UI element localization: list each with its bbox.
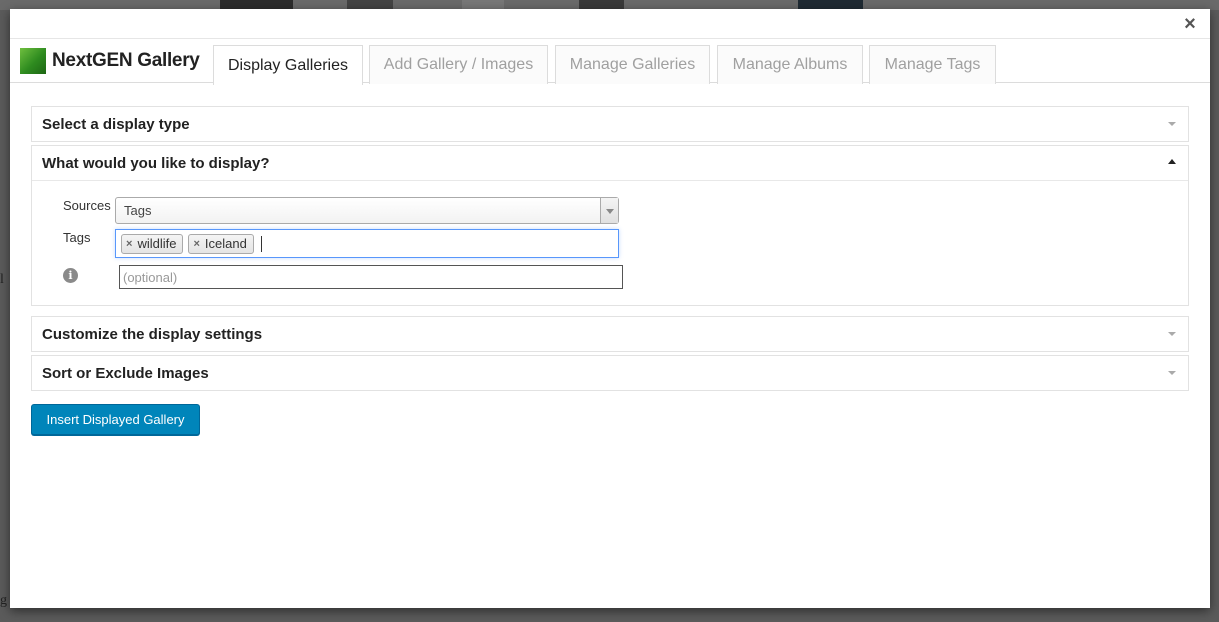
tag-chip-iceland: × Iceland: [188, 233, 254, 254]
modal-topbar: ×: [10, 9, 1210, 39]
panel-header[interactable]: What would you like to display?: [32, 146, 1188, 180]
panel-header[interactable]: Customize the display settings: [32, 317, 1188, 351]
tab-bar: NextGEN Gallery Display Galleries Add Ga…: [10, 45, 1210, 85]
tab-label: Manage Albums: [732, 56, 848, 73]
brand: NextGEN Gallery: [20, 47, 200, 75]
tab-label: Manage Tags: [884, 56, 981, 73]
panel-select-display-type: Select a display type: [31, 106, 1189, 142]
background-text-fragment: l: [0, 272, 4, 287]
info-icon[interactable]: i: [63, 268, 78, 283]
tab-add-gallery-images[interactable]: Add Gallery / Images: [369, 45, 548, 84]
nextgen-logo-icon: [20, 48, 46, 74]
tab-label: Manage Galleries: [569, 56, 696, 73]
tab-manage-albums[interactable]: Manage Albums: [717, 45, 863, 84]
remove-tag-icon[interactable]: ×: [193, 238, 199, 250]
optional-field[interactable]: [119, 265, 623, 289]
remove-tag-icon[interactable]: ×: [126, 238, 132, 250]
tab-label: Display Galleries: [227, 56, 349, 74]
insert-gallery-label: Insert Displayed Gallery: [46, 412, 185, 427]
panel-title: Sort or Exclude Images: [42, 364, 209, 382]
sources-selected-value: Tags: [124, 203, 152, 218]
chevron-up-icon: [1168, 159, 1176, 164]
panel-body: Sources Tags Tags × wildlife × Iceland i…: [32, 180, 1188, 305]
chevron-down-icon: [1168, 122, 1176, 126]
tab-label: Add Gallery / Images: [383, 56, 534, 73]
background-text-fragment: g: [0, 593, 7, 608]
tag-chip-label: wildlife: [137, 236, 177, 251]
insert-gallery-button[interactable]: Insert Displayed Gallery: [31, 404, 200, 435]
chevron-down-icon: [1168, 332, 1176, 336]
panel-sort-exclude: Sort or Exclude Images: [31, 355, 1189, 391]
tags-label: Tags: [63, 230, 91, 245]
tab-manage-tags[interactable]: Manage Tags: [869, 45, 996, 84]
select-dropdown-button[interactable]: [600, 198, 618, 223]
tags-input[interactable]: × wildlife × Iceland: [115, 229, 619, 258]
panel-title: What would you like to display?: [42, 154, 270, 172]
tab-display-galleries[interactable]: Display Galleries: [213, 45, 363, 85]
chevron-down-icon: [1168, 371, 1176, 375]
chevron-down-icon: [606, 209, 614, 214]
panel-title: Customize the display settings: [42, 325, 263, 343]
brand-name: NextGEN Gallery: [52, 50, 200, 71]
panel-header[interactable]: Sort or Exclude Images: [32, 356, 1188, 390]
modal-dialog: × NextGEN Gallery Display Galleries Add …: [10, 9, 1210, 608]
tag-chip-label: Iceland: [204, 236, 247, 251]
panel-title: Select a display type: [42, 115, 190, 133]
text-cursor: [260, 235, 262, 252]
sources-label: Sources: [63, 198, 111, 213]
panel-customize-display: Customize the display settings: [31, 316, 1189, 352]
sources-select[interactable]: Tags: [115, 197, 619, 224]
panel-what-display: What would you like to display? Sources …: [31, 145, 1189, 306]
panel-header[interactable]: Select a display type: [32, 107, 1188, 141]
tag-chip-wildlife: × wildlife: [121, 233, 184, 254]
tab-manage-galleries[interactable]: Manage Galleries: [555, 45, 710, 84]
close-icon[interactable]: ×: [1180, 14, 1200, 35]
